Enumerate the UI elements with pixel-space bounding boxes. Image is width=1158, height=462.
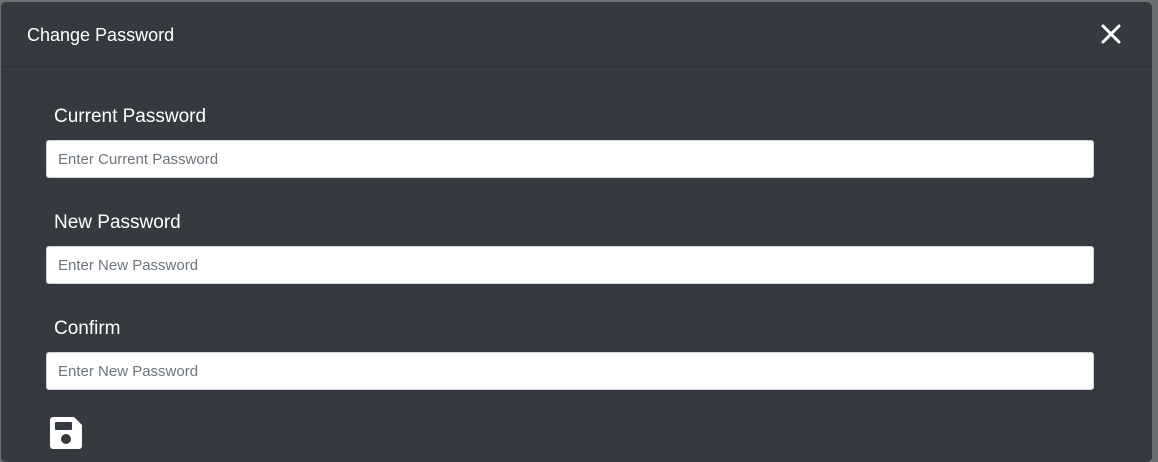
close-button[interactable] (1100, 23, 1122, 45)
current-password-input[interactable] (46, 140, 1094, 178)
confirm-password-input[interactable] (46, 352, 1094, 390)
dialog-header: Change Password (1, 2, 1152, 67)
current-password-label: Current Password (54, 106, 207, 127)
new-password-input[interactable] (46, 246, 1094, 284)
close-icon (1101, 24, 1121, 44)
new-password-label: New Password (54, 212, 181, 233)
confirm-password-label: Confirm (54, 318, 121, 339)
save-button[interactable] (49, 416, 83, 450)
dialog-title: Change Password (27, 25, 175, 45)
floppy-disk-icon (50, 417, 82, 449)
change-password-dialog: Change Password Current Password New Pas… (1, 2, 1152, 462)
